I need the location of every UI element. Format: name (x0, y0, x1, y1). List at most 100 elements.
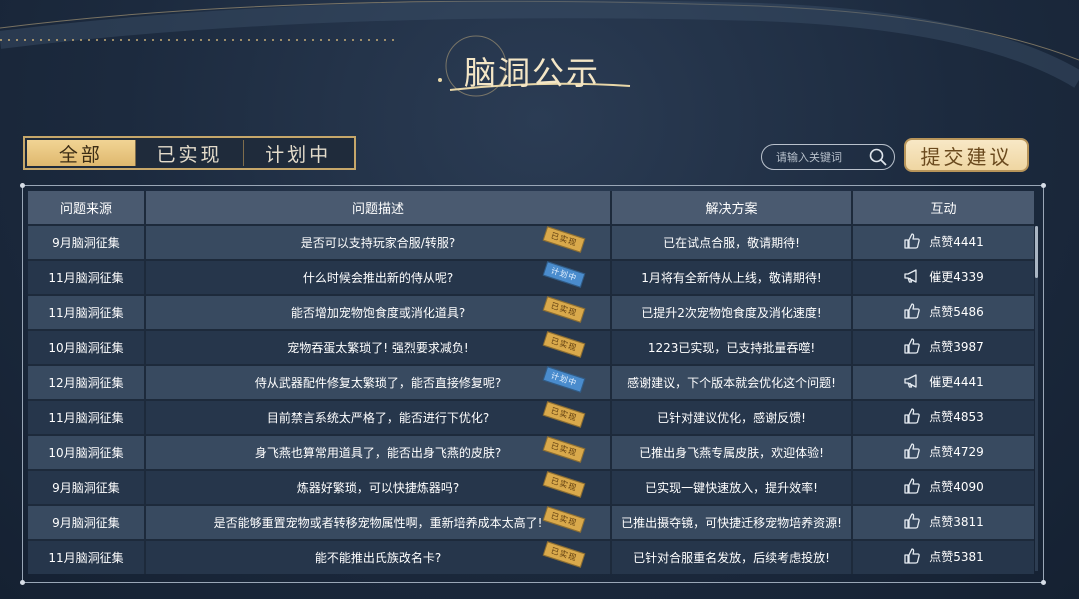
row-solution: 感谢建议，下个版本就会优化这个问题! (612, 364, 853, 399)
interaction-button[interactable]: 点赞4729 (903, 442, 984, 460)
row-solution: 已提升2次宠物饱食度及消化速度! (612, 294, 853, 329)
description-text: 能不能推出氏族改名卡? (314, 551, 442, 565)
table-row: 11月脑洞征集 目前禁言系统太严格了，能否进行下优化? 已实现 已针对建议优化，… (28, 399, 1034, 434)
row-source: 11月脑洞征集 (28, 294, 146, 329)
interaction-count: 点赞5486 (929, 304, 984, 319)
row-description: 能不能推出氏族改名卡? 已实现 (146, 539, 612, 574)
description-text: 是否可以支持玩家合服/转服? (300, 236, 456, 250)
tab-planned[interactable]: 计划中 (243, 140, 352, 166)
solution-text: 已在试点合服，敬请期待! (663, 236, 800, 250)
row-interaction: 点赞3811 (853, 504, 1034, 539)
row-interaction: 点赞5381 (853, 539, 1034, 574)
row-description: 目前禁言系统太严格了，能否进行下优化? 已实现 (146, 399, 612, 434)
solution-text: 1月将有全新侍从上线，敬请期待! (641, 271, 822, 285)
description-text: 宠物吞蛋太繁琐了! 强烈要求减负! (287, 341, 469, 355)
interaction-button[interactable]: 催更4441 (903, 372, 984, 390)
status-badge: 已实现 (542, 471, 586, 498)
thumbs-up-icon (904, 233, 920, 249)
page-title: 脑洞公示 (420, 20, 660, 110)
column-header-interaction: 互动 (853, 191, 1034, 224)
source-text: 11月脑洞征集 (48, 306, 124, 320)
solution-text: 已针对建议优化，感谢反馈! (657, 411, 806, 425)
solution-text: 感谢建议，下个版本就会优化这个问题! (627, 376, 836, 390)
interaction-count: 点赞4441 (929, 234, 984, 249)
interaction-button[interactable]: 催更4339 (903, 267, 984, 285)
thumbs-up-icon (904, 548, 920, 564)
row-source: 10月脑洞征集 (28, 329, 146, 364)
status-badge: 已实现 (542, 506, 586, 533)
interaction-count: 催更4339 (929, 269, 984, 284)
interaction-button[interactable]: 点赞3811 (903, 512, 984, 530)
interaction-button[interactable]: 点赞3987 (903, 337, 984, 355)
row-description: 侍从武器配件修复太繁琐了，能否直接修复呢? 计划中 (146, 364, 612, 399)
description-text: 什么时候会推出新的侍从呢? (302, 271, 454, 285)
table-body: 9月脑洞征集 是否可以支持玩家合服/转服? 已实现 已在试点合服，敬请期待! 点… (28, 224, 1034, 574)
solution-text: 已推出身飞燕专属皮肤，欢迎体验! (639, 446, 824, 460)
table-row: 11月脑洞征集 能不能推出氏族改名卡? 已实现 已针对合服重名发放，后续考虑投放… (28, 539, 1034, 574)
row-solution: 已针对建议优化，感谢反馈! (612, 399, 853, 434)
table-row: 9月脑洞征集 是否可以支持玩家合服/转服? 已实现 已在试点合服，敬请期待! 点… (28, 224, 1034, 259)
table-row: 10月脑洞征集 身飞燕也算常用道具了，能否出身飞燕的皮肤? 已实现 已推出身飞燕… (28, 434, 1034, 469)
thumbs-up-icon (904, 443, 920, 459)
status-badge: 已实现 (542, 401, 586, 428)
scrollbar-thumb[interactable] (1035, 226, 1038, 278)
row-description: 什么时候会推出新的侍从呢? 计划中 (146, 259, 612, 294)
status-badge: 已实现 (542, 296, 586, 323)
row-description: 是否可以支持玩家合服/转服? 已实现 (146, 224, 612, 259)
source-text: 10月脑洞征集 (48, 446, 124, 460)
submit-suggestion-button[interactable]: 提交建议 (904, 138, 1029, 172)
solution-text: 已实现一键快速放入，提升效率! (645, 481, 818, 495)
tab-implemented[interactable]: 已实现 (134, 140, 244, 166)
row-interaction: 点赞5486 (853, 294, 1034, 329)
corner-dot (20, 580, 25, 585)
search-input[interactable] (776, 150, 868, 164)
corner-dot (1041, 183, 1046, 188)
interaction-button[interactable]: 点赞5486 (903, 302, 984, 320)
table-row: 10月脑洞征集 宠物吞蛋太繁琐了! 强烈要求减负! 已实现 1223已实现，已支… (28, 329, 1034, 364)
interaction-count: 催更4441 (929, 374, 984, 389)
interaction-button[interactable]: 点赞5381 (903, 547, 984, 565)
interaction-count: 点赞3811 (929, 514, 984, 529)
row-description: 身飞燕也算常用道具了，能否出身飞燕的皮肤? 已实现 (146, 434, 612, 469)
tab-all[interactable]: 全部 (27, 140, 135, 166)
row-interaction: 点赞3987 (853, 329, 1034, 364)
description-text: 是否能够重置宠物或者转移宠物属性啊，重新培养成本太高了! (213, 516, 543, 530)
row-source: 12月脑洞征集 (28, 364, 146, 399)
description-text: 身飞燕也算常用道具了，能否出身飞燕的皮肤? (254, 446, 502, 460)
megaphone-icon (904, 374, 917, 388)
description-text: 侍从武器配件修复太繁琐了，能否直接修复呢? (254, 376, 502, 390)
status-badge: 已实现 (542, 331, 586, 358)
status-badge: 计划中 (542, 261, 586, 288)
table-row: 9月脑洞征集 炼器好繁琐，可以快捷炼器吗? 已实现 已实现一键快速放入，提升效率… (28, 469, 1034, 504)
thumbs-up-icon (904, 303, 920, 319)
interaction-button[interactable]: 点赞4853 (903, 407, 984, 425)
row-solution: 1月将有全新侍从上线，敬请期待! (612, 259, 853, 294)
suggestion-table: 问题来源 问题描述 解决方案 互动 9月脑洞征集 是否可以支持玩家合服/转服? … (28, 191, 1034, 574)
row-description: 炼器好繁琐，可以快捷炼器吗? 已实现 (146, 469, 612, 504)
row-source: 11月脑洞征集 (28, 399, 146, 434)
source-text: 9月脑洞征集 (52, 236, 120, 250)
row-solution: 1223已实现，已支持批量吞噬! (612, 329, 853, 364)
interaction-count: 点赞5381 (929, 549, 984, 564)
row-interaction: 点赞4853 (853, 399, 1034, 434)
title-text: 脑洞公示 (464, 54, 601, 92)
status-badge: 已实现 (542, 226, 586, 253)
search-icon[interactable] (868, 147, 888, 167)
solution-text: 1223已实现，已支持批量吞噬! (647, 341, 816, 355)
row-description: 是否能够重置宠物或者转移宠物属性啊，重新培养成本太高了! 已实现 (146, 504, 612, 539)
interaction-button[interactable]: 点赞4090 (903, 477, 984, 495)
table-row: 11月脑洞征集 能否增加宠物饱食度或消化道具? 已实现 已提升2次宠物饱食度及消… (28, 294, 1034, 329)
megaphone-icon (904, 269, 917, 283)
table-row: 9月脑洞征集 是否能够重置宠物或者转移宠物属性啊，重新培养成本太高了! 已实现 … (28, 504, 1034, 539)
source-text: 9月脑洞征集 (52, 516, 120, 530)
source-text: 11月脑洞征集 (48, 271, 124, 285)
description-text: 目前禁言系统太严格了，能否进行下优化? (266, 411, 490, 425)
solution-text: 已针对合服重名发放，后续考虑投放! (633, 551, 830, 565)
row-source: 11月脑洞征集 (28, 259, 146, 294)
suggestion-panel: 问题来源 问题描述 解决方案 互动 9月脑洞征集 是否可以支持玩家合服/转服? … (20, 183, 1046, 585)
search-box (761, 144, 895, 170)
description-text: 炼器好繁琐，可以快捷炼器吗? (296, 481, 460, 495)
interaction-button[interactable]: 点赞4441 (903, 232, 984, 250)
solution-text: 已推出摄夺镜，可快捷迁移宠物培养资源! (621, 516, 842, 530)
table-row: 11月脑洞征集 什么时候会推出新的侍从呢? 计划中 1月将有全新侍从上线，敬请期… (28, 259, 1034, 294)
